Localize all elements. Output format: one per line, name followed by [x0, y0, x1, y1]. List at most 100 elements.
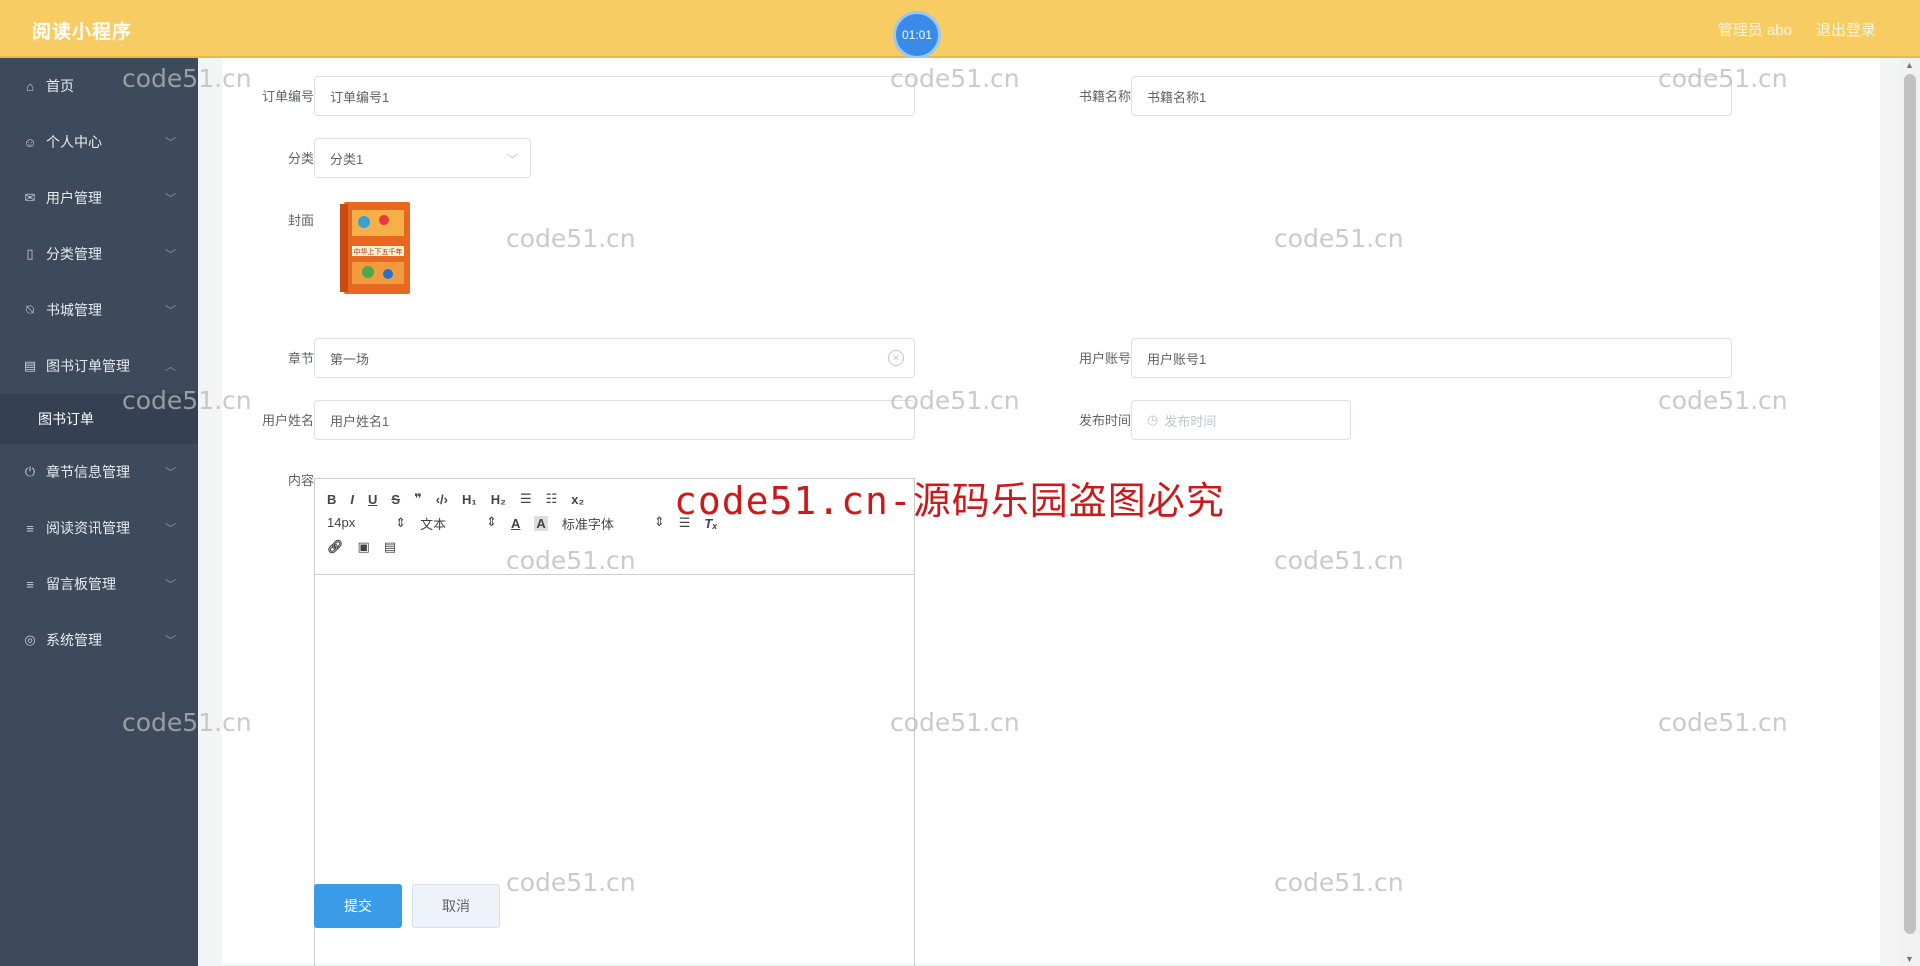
menu-icon: ≡ — [26, 520, 34, 536]
font-size-select[interactable]: 14px ⇕ — [327, 515, 406, 531]
app-title: 阅读小程序 — [32, 22, 133, 43]
header-actions: 管理员 abo 退出登录 — [1718, 19, 1876, 40]
code-block-button[interactable]: ‹/› — [436, 492, 448, 507]
submit-button[interactable]: 提交 — [314, 884, 402, 928]
home-icon: ⌂ — [26, 78, 34, 94]
sidebar: ⌂ 首页 ☺ 个人中心 ﹀ ✉ 用户管理 ﹀ ▯ 分类管理 ﹀ ⍉ 书城管理 ﹀… — [0, 58, 198, 966]
chapter-label: 章节 — [287, 351, 314, 366]
power-icon: ⏻ — [24, 464, 36, 479]
username-label: 用户姓名 — [261, 413, 314, 428]
chapter-field[interactable]: 第一场 ✕ — [314, 338, 915, 378]
chevron-down-icon: ﹀ — [165, 305, 176, 317]
username-value: 用户姓名1 — [330, 413, 390, 429]
sidebar-item-categories[interactable]: ▯ 分类管理 ﹀ — [0, 226, 198, 282]
chevron-down-icon: ﹀ — [165, 249, 176, 261]
blockquote-button[interactable]: ❞ — [414, 491, 422, 507]
sidebar-subitem-book-orders[interactable]: 图书订单 — [0, 394, 198, 444]
chevron-down-icon: ﹀ — [165, 579, 176, 591]
category-value: 分类1 — [330, 151, 364, 167]
username-field[interactable]: 用户姓名1 — [314, 400, 915, 440]
category-select[interactable]: 分类1 ﹀ — [314, 138, 531, 178]
category-label: 分类 — [287, 151, 314, 166]
sidebar-item-personal[interactable]: ☺ 个人中心 ﹀ — [0, 114, 198, 170]
order-no-label: 订单编号 — [261, 89, 314, 104]
order-no-field[interactable]: 订单编号1 — [314, 76, 915, 116]
clock-icon: ◷ — [1147, 412, 1159, 427]
order-no-value: 订单编号1 — [330, 89, 390, 105]
printer-icon: ▤ — [23, 358, 37, 373]
sidebar-item-users[interactable]: ✉ 用户管理 ﹀ — [0, 170, 198, 226]
sidebar-item-label: 书城管理 — [46, 302, 102, 318]
sidebar-item-label: 系统管理 — [46, 632, 102, 648]
mobile-icon: ▯ — [26, 246, 34, 261]
image-icon[interactable]: ▣ — [358, 539, 370, 555]
sidebar-item-messages[interactable]: ≡ 留言板管理 ﹀ — [0, 556, 198, 612]
ordered-list-button[interactable]: ☰ — [520, 491, 532, 507]
chevron-down-icon: ﹀ — [165, 193, 176, 205]
sidebar-item-orders[interactable]: ▤ 图书订单管理 ︿ — [0, 338, 198, 394]
sidebar-item-system[interactable]: ◎ 系统管理 ﹀ — [0, 612, 198, 668]
page-scrollbar[interactable]: ▲ ▼ — [1900, 58, 1920, 966]
sidebar-item-news[interactable]: ≡ 阅读资讯管理 ﹀ — [0, 500, 198, 556]
sidebar-item-label: 留言板管理 — [46, 576, 116, 592]
clear-format-icon[interactable]: Tₓ — [704, 516, 717, 531]
book-name-field[interactable]: 书籍名称1 — [1131, 76, 1732, 116]
chevron-down-icon: ﹀ — [165, 137, 176, 149]
publish-time-label: 发布时间 — [1078, 413, 1131, 428]
cancel-button[interactable]: 取消 — [412, 884, 500, 928]
sidebar-item-label: 用户管理 — [46, 190, 102, 206]
font-size-value: 14px — [327, 515, 356, 530]
bold-button[interactable]: B — [327, 492, 336, 507]
sidebar-item-label: 个人中心 — [46, 134, 102, 150]
font-family-select[interactable]: 标准字体 ⇕ — [562, 514, 665, 533]
sidebar-item-home[interactable]: ⌂ 首页 — [0, 58, 198, 114]
chevron-down-icon: ﹀ — [165, 523, 176, 535]
sidebar-item-label: 分类管理 — [46, 246, 102, 262]
clear-icon[interactable]: ✕ — [888, 350, 904, 366]
top-bar: 阅读小程序 01:01 管理员 abo 退出登录 — [0, 0, 1920, 59]
underline-button[interactable]: U — [368, 492, 377, 507]
user-icon: ☺ — [23, 134, 37, 150]
timer-badge: 01:01 — [893, 11, 941, 59]
subscript-button[interactable]: x₂ — [571, 492, 584, 507]
scroll-thumb[interactable] — [1904, 74, 1916, 934]
main-content: 订单编号 订单编号1 书籍名称 书籍名称1 分类 分类1 ﹀ 封面 中华上下五千… — [198, 58, 1900, 966]
heading1-button[interactable]: H₁ — [462, 492, 477, 507]
background-color-button[interactable]: A — [534, 515, 548, 531]
book-name-value: 书籍名称1 — [1147, 89, 1207, 105]
rich-text-editor: B I U S ❞ ‹/› H₁ H₂ ☰ ☷ x₂ 14px ⇕ 文本 ⇕ A A — [314, 478, 915, 966]
italic-button[interactable]: I — [350, 492, 354, 507]
cover-book-title: 中华上下五千年 — [354, 247, 403, 256]
cover-label: 封面 — [287, 213, 314, 228]
font-color-button[interactable]: A — [511, 516, 520, 531]
chevron-up-icon: ︿ — [165, 361, 176, 373]
sidebar-item-chapters[interactable]: ⏻ 章节信息管理 ﹀ — [0, 444, 198, 500]
scroll-up-icon[interactable]: ▲ — [1905, 60, 1914, 70]
bullet-list-button[interactable]: ☷ — [546, 491, 558, 507]
header-select[interactable]: 文本 ⇕ — [420, 514, 497, 533]
strike-button[interactable]: S — [391, 492, 400, 507]
select-arrows-icon: ⇕ — [486, 513, 498, 529]
sidebar-item-label: 图书订单管理 — [46, 358, 130, 374]
book-name-label: 书籍名称 — [1078, 89, 1131, 104]
content-label: 内容 — [287, 473, 314, 488]
select-arrows-icon: ⇕ — [395, 515, 407, 530]
publish-time-picker[interactable]: ◷ 发布时间 — [1131, 400, 1351, 440]
video-icon[interactable]: ▤ — [384, 539, 396, 555]
cover-image[interactable]: 中华上下五千年 — [338, 200, 414, 296]
publish-time-placeholder: 发布时间 — [1164, 413, 1217, 429]
align-icon[interactable]: ☰ — [679, 515, 691, 531]
font-family-value: 标准字体 — [561, 516, 614, 532]
link-icon[interactable]: 🔗︎ — [327, 539, 344, 555]
account-field[interactable]: 用户账号1 — [1131, 338, 1732, 378]
editor-body[interactable] — [315, 575, 914, 966]
chapter-value: 第一场 — [330, 351, 370, 367]
account-value: 用户账号1 — [1147, 351, 1207, 367]
logout-link[interactable]: 退出登录 — [1816, 19, 1876, 40]
text-style-value: 文本 — [420, 516, 447, 532]
select-arrows-icon: ⇕ — [653, 513, 665, 529]
scroll-down-icon[interactable]: ▼ — [1905, 954, 1914, 964]
sidebar-item-bookstore[interactable]: ⍉ 书城管理 ﹀ — [0, 282, 198, 338]
mail-icon: ✉ — [24, 190, 36, 205]
heading2-button[interactable]: H₂ — [491, 492, 506, 507]
